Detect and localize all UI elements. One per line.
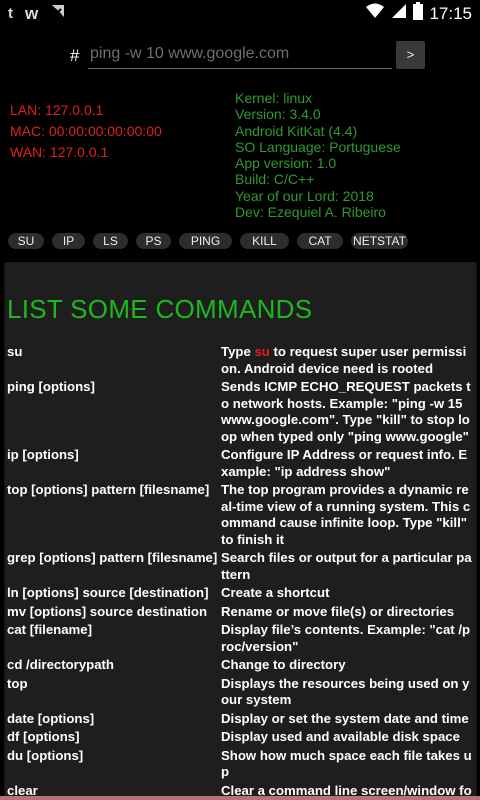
tumblr-icon: t xyxy=(8,5,13,22)
android-info: Android KitKat (4.4) xyxy=(235,122,358,139)
wifi-icon xyxy=(365,3,385,24)
highlight-su: su xyxy=(254,344,270,359)
command-description: Display used and available disk space xyxy=(221,729,460,744)
list-item: du [options] Show how much space each fi… xyxy=(7,748,476,781)
command-name: df [options] xyxy=(7,729,80,744)
command-name: grep [options] pattern [filesname] xyxy=(7,550,218,565)
status-bar: t w 17:15 xyxy=(0,0,480,26)
panel-title: LIST SOME COMMANDS xyxy=(7,294,313,324)
command-description: Display or set the system date and time xyxy=(221,710,469,726)
command-description: Display file’s contents. Example: "cat /… xyxy=(221,622,471,654)
network-info: LAN: 127.0.0.1 MAC: 00:00:00:00:00:00 WA… xyxy=(10,100,162,163)
command-description: Show how much space each file takes up xyxy=(221,747,472,780)
system-info: Kernel: linux Version: 3.4.0 Android Kit… xyxy=(235,90,401,220)
lan-address: LAN: 127.0.0.1 xyxy=(10,102,104,118)
w-app-icon: w xyxy=(25,4,39,23)
dev-info: Dev: Ezequiel A. Ribeiro xyxy=(235,204,386,221)
version-info: Version: 3.4.0 xyxy=(235,106,321,123)
chip-ps[interactable]: PS xyxy=(136,233,171,249)
list-item: df [options] Display used and available … xyxy=(7,729,476,746)
list-item: mv [options] source destination Rename o… xyxy=(7,604,476,621)
language-info: SO Language: Portuguese xyxy=(235,138,401,155)
command-name: su xyxy=(7,344,23,359)
list-item: ping [options] Sends ICMP ECHO_REQUEST p… xyxy=(7,379,476,445)
chip-ping[interactable]: PING xyxy=(179,233,232,249)
command-description: Rename or move file(s) or directories xyxy=(221,603,455,619)
chip-netstat[interactable]: NETSTAT xyxy=(351,233,408,249)
kernel-info: Kernel: linux xyxy=(235,90,313,106)
app-version-info: App version: 1.0 xyxy=(235,155,337,172)
system-icons: 17:15 xyxy=(365,2,472,25)
command-description: Sends ICMP ECHO_REQUEST packets to netwo… xyxy=(221,379,471,444)
list-item: top Displays the resources being used on… xyxy=(7,676,476,709)
command-name: du [options] xyxy=(7,747,84,763)
clock: 17:15 xyxy=(429,3,472,23)
command-name: top xyxy=(7,675,28,691)
command-name: ip [options] xyxy=(7,447,79,462)
build-info: Build: C/C++ xyxy=(235,171,315,188)
command-name: cat [filename] xyxy=(7,622,93,637)
list-item: clear Clear a command line screen/window… xyxy=(7,783,476,797)
list-item: date [options] Display or set the system… xyxy=(7,711,476,728)
chip-su[interactable]: SU xyxy=(8,233,44,249)
cancel-icon xyxy=(50,3,66,25)
command-name: ln [options] source [destination] xyxy=(7,585,209,600)
command-description: Search files or output for a particular … xyxy=(221,550,472,582)
list-item: cat [filename] Display file’s contents. … xyxy=(7,622,476,655)
bottom-divider xyxy=(0,796,480,800)
wan-address: WAN: 127.0.0.1 xyxy=(10,144,109,160)
command-name: clear xyxy=(7,782,38,797)
prompt-symbol: # xyxy=(70,46,80,65)
command-description: Clear a command line screen/window for a… xyxy=(221,782,472,797)
chip-ls[interactable]: LS xyxy=(93,233,128,249)
list-item: grep [options] pattern [filesname] Searc… xyxy=(7,550,476,583)
command-name: top [options] pattern [filesname] xyxy=(7,482,210,497)
chip-ip[interactable]: IP xyxy=(52,233,85,249)
list-item: ln [options] source [destination] Create… xyxy=(7,585,476,602)
command-input[interactable] xyxy=(88,40,392,69)
command-description: Configure IP Address or request info. Ex… xyxy=(221,447,468,479)
command-description: Create a shortcut xyxy=(221,585,330,600)
commands-list: su Type su to request super user permiss… xyxy=(7,344,476,796)
command-description: Displays the resources being used on you… xyxy=(221,675,470,708)
command-name: ping [options] xyxy=(7,379,95,394)
mac-address: MAC: 00:00:00:00:00:00 xyxy=(10,123,162,139)
desc-text: Type xyxy=(221,344,255,359)
commands-panel[interactable]: LIST SOME COMMANDS su Type su to request… xyxy=(4,262,477,796)
command-name: cd /directorypath xyxy=(7,657,114,672)
notification-icons: t w xyxy=(8,3,66,25)
quick-commands: SU IP LS PS PING KILL CAT NETSTAT xyxy=(8,233,408,249)
command-description: Type su to request super user permission… xyxy=(221,344,473,377)
chip-kill[interactable]: KILL xyxy=(240,233,289,249)
list-item: su Type su to request super user permiss… xyxy=(7,344,476,377)
run-command-button[interactable]: > xyxy=(396,41,425,69)
command-description: The top program provides a dynamic real-… xyxy=(221,482,471,547)
command-description: Change to directory xyxy=(221,657,346,672)
list-item: cd /directorypath Change to directory xyxy=(7,657,476,674)
command-name: date [options] xyxy=(7,710,95,726)
list-item: top [options] pattern [filesname] The to… xyxy=(7,482,476,548)
signal-icon xyxy=(391,3,407,24)
list-item: ip [options] Configure IP Address or req… xyxy=(7,447,476,480)
command-name: mv [options] source destination xyxy=(7,603,208,619)
battery-icon xyxy=(413,2,424,25)
chip-cat[interactable]: CAT xyxy=(297,233,343,249)
year-info: Year of our Lord: 2018 xyxy=(235,187,374,204)
